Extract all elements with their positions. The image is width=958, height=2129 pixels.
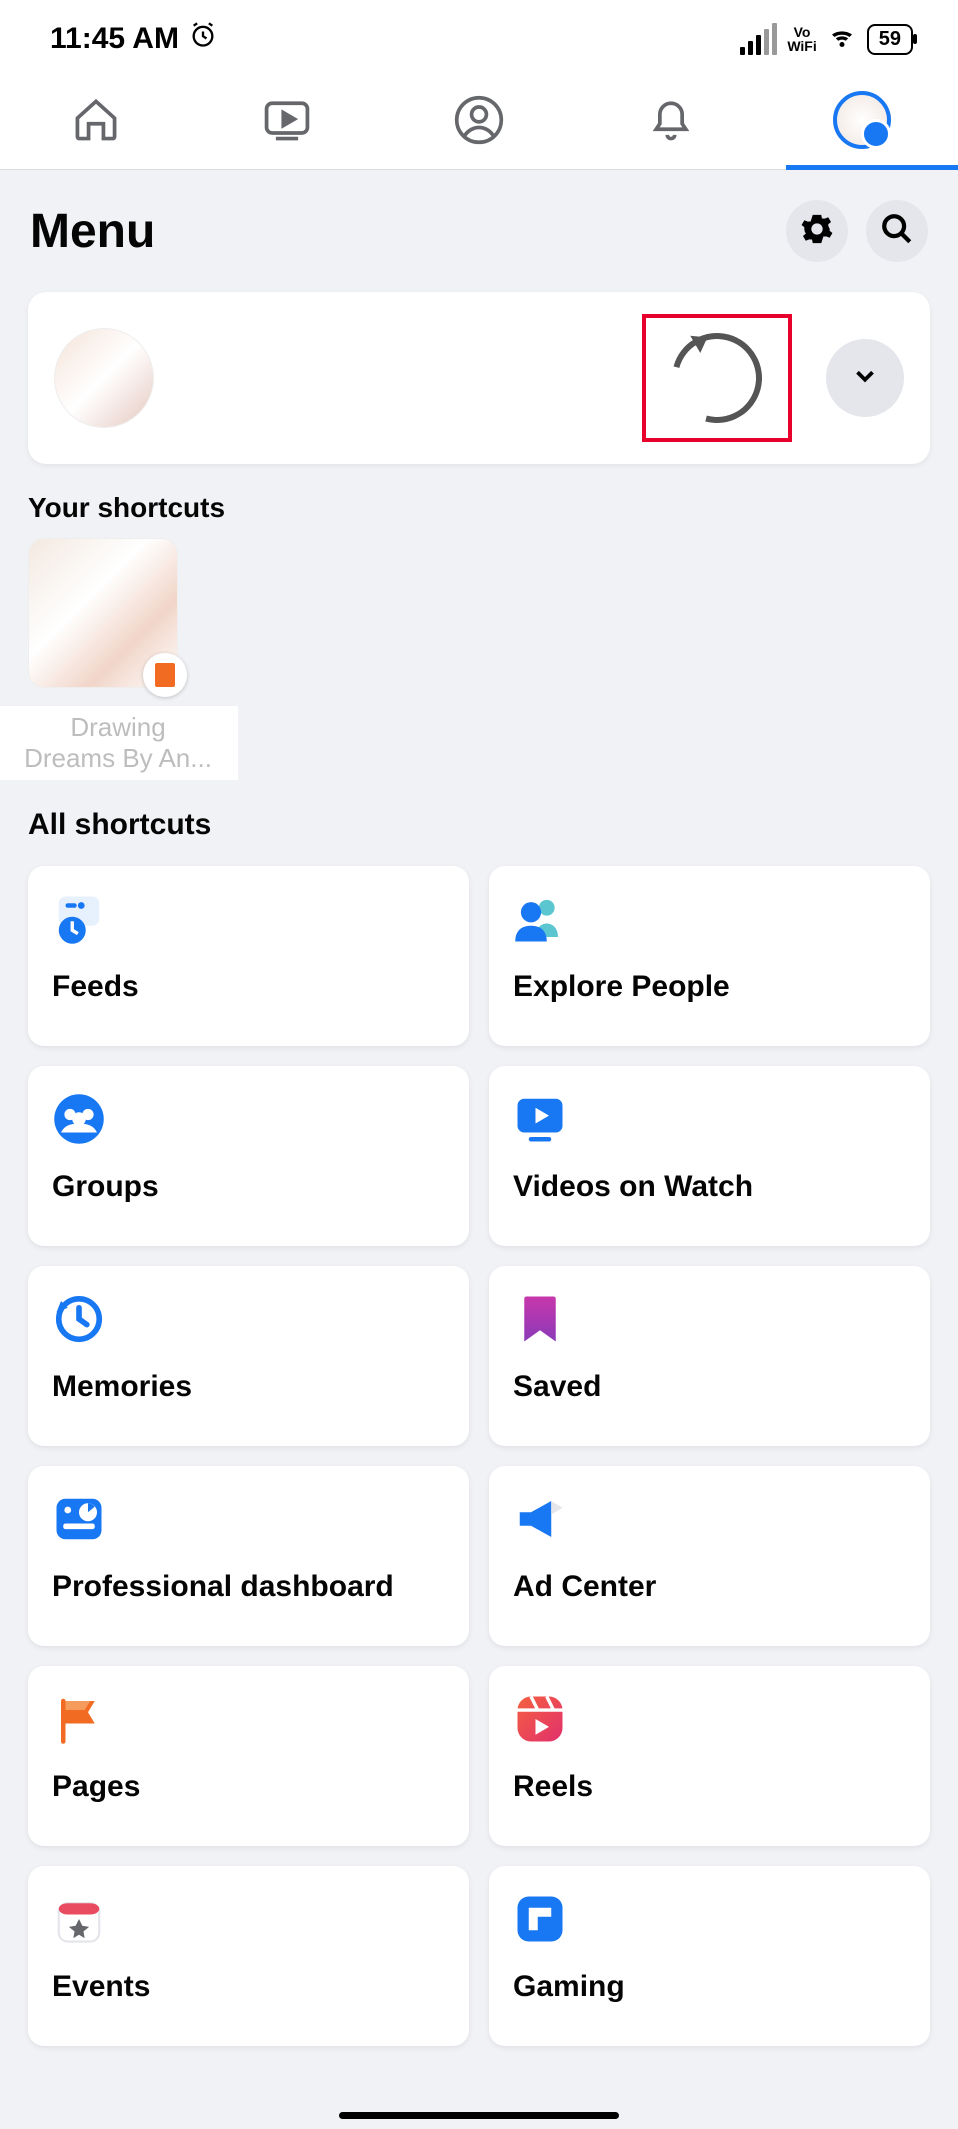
search-icon [880, 212, 914, 251]
tile-label: Feeds [52, 970, 445, 1004]
tile-saved[interactable]: Saved [489, 1266, 930, 1446]
home-icon [70, 94, 122, 146]
tile-label: Reels [513, 1770, 906, 1804]
dashboard-icon [52, 1492, 106, 1546]
tile-professional-dashboard[interactable]: Professional dashboard [28, 1466, 469, 1646]
tile-events[interactable]: Events [28, 1866, 469, 2046]
clock-text: 11:45 AM [50, 22, 179, 56]
tile-pages[interactable]: Pages [28, 1666, 469, 1846]
shortcut-grid: Feeds Explore People Groups Videos on Wa… [0, 856, 958, 2086]
shortcut-label-line1: Drawing [6, 712, 230, 743]
tile-label: Groups [52, 1170, 445, 1204]
wifi-text: WiFi [787, 39, 816, 53]
shortcut-label: Drawing Dreams By An... [0, 706, 238, 780]
tile-groups[interactable]: Groups [28, 1066, 469, 1246]
shortcut-item[interactable]: Drawing Dreams By An... [28, 538, 188, 780]
nav-tabs [0, 70, 958, 170]
tile-ad-center[interactable]: Ad Center [489, 1466, 930, 1646]
home-indicator [339, 2112, 619, 2119]
all-shortcuts-label: All shortcuts [0, 780, 958, 856]
memories-icon [52, 1292, 106, 1346]
menu-actions [786, 200, 928, 262]
tile-label: Pages [52, 1770, 445, 1804]
status-right: Vo WiFi 59 [740, 22, 913, 57]
groups-icon [52, 1092, 106, 1146]
tile-label: Professional dashboard [52, 1570, 445, 1604]
status-bar: 11:45 AM Vo WiFi 59 [0, 0, 958, 70]
tile-label: Gaming [513, 1970, 906, 2004]
ad-center-icon [513, 1492, 567, 1546]
avatar-tab-icon [833, 91, 891, 149]
nav-profile[interactable] [383, 70, 575, 169]
tile-videos-watch[interactable]: Videos on Watch [489, 1066, 930, 1246]
shortcut-label-line2: Dreams By An... [6, 743, 230, 774]
nav-home[interactable] [0, 70, 192, 169]
wifi-icon [827, 22, 857, 57]
events-icon [52, 1892, 106, 1946]
chevron-down-icon [850, 361, 880, 396]
expand-profiles-button[interactable] [826, 339, 904, 417]
reels-icon [513, 1692, 567, 1746]
saved-icon [513, 1292, 567, 1346]
tile-gaming[interactable]: Gaming [489, 1866, 930, 2046]
shortcut-thumbnail [28, 538, 178, 688]
page-body: Menu Your shortcuts [0, 170, 958, 2129]
bell-icon [645, 94, 697, 146]
tile-label: Events [52, 1970, 445, 2004]
page-title: Menu [30, 204, 155, 259]
settings-button[interactable] [786, 200, 848, 262]
tile-memories[interactable]: Memories [28, 1266, 469, 1446]
volte-icon: Vo WiFi [787, 25, 816, 53]
menu-header: Menu [0, 170, 958, 292]
feeds-icon [52, 892, 106, 946]
gaming-icon [513, 1892, 567, 1946]
tile-label: Ad Center [513, 1570, 906, 1604]
battery-text: 59 [879, 28, 901, 50]
tile-label: Explore People [513, 970, 906, 1004]
tile-label: Videos on Watch [513, 1170, 906, 1204]
videos-icon [513, 1092, 567, 1146]
nav-watch[interactable] [192, 70, 384, 169]
page-badge-icon [143, 653, 187, 697]
tile-label: Memories [52, 1370, 445, 1404]
your-shortcuts-label: Your shortcuts [0, 464, 958, 538]
tile-explore-people[interactable]: Explore People [489, 866, 930, 1046]
vo-text: Vo [787, 25, 816, 39]
sync-icon[interactable] [656, 317, 779, 440]
battery-icon: 59 [867, 24, 913, 55]
nav-notifications[interactable] [575, 70, 767, 169]
tile-reels[interactable]: Reels [489, 1666, 930, 1846]
gear-icon [800, 212, 834, 251]
signal-icon [740, 23, 777, 55]
profile-card[interactable] [28, 292, 930, 464]
nav-menu[interactable] [766, 70, 958, 169]
explore-people-icon [513, 892, 567, 946]
watch-icon [261, 94, 313, 146]
highlighted-sync-box [642, 314, 792, 442]
pages-icon [52, 1692, 106, 1746]
tile-feeds[interactable]: Feeds [28, 866, 469, 1046]
status-time: 11:45 AM [50, 21, 217, 57]
profile-icon [453, 94, 505, 146]
tile-label: Saved [513, 1370, 906, 1404]
profile-avatar [54, 328, 154, 428]
alarm-icon [189, 21, 217, 57]
search-button[interactable] [866, 200, 928, 262]
